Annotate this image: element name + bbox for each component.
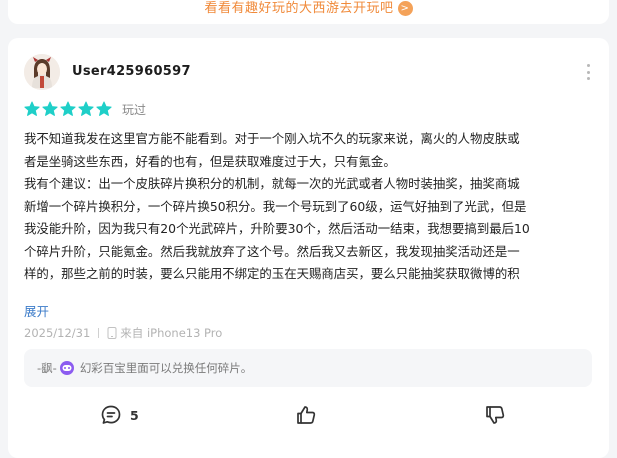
comment-button[interactable]: 5 — [100, 404, 139, 426]
avatar[interactable] — [24, 54, 60, 90]
arrow-right-icon: > — [397, 1, 413, 16]
avatar-image — [24, 54, 60, 90]
action-bar: 5 — [8, 400, 609, 432]
star-icon — [78, 101, 94, 116]
star-rating — [24, 101, 114, 117]
comment-icon — [101, 405, 121, 424]
meta-divider — [98, 328, 100, 338]
review-date: 2025/12/31 — [24, 326, 91, 340]
expand-link[interactable]: 展开 — [24, 301, 49, 320]
review-card: User425960597 玩过 我不知道我发在这里官方能不能看到。对于一个刚入… — [8, 38, 609, 458]
reply-author: -飖- — [37, 361, 57, 375]
username[interactable]: User425960597 — [72, 64, 191, 79]
star-icon — [24, 101, 40, 116]
play-status: 玩过 — [122, 102, 147, 117]
rating: 玩过 — [24, 100, 146, 118]
more-icon[interactable] — [585, 64, 591, 80]
review-device: 来自 iPhone13 Pro — [120, 326, 223, 340]
star-icon — [96, 101, 112, 116]
thumbs-down-icon — [486, 406, 505, 424]
top-banner-text: 看看有趣好玩的大西游去开玩吧 — [204, 1, 394, 16]
dislike-button[interactable] — [484, 404, 514, 426]
review-text: 我不知道我发在这里官方能不能看到。对于一个刚入坑不久的玩家来说，离火的人物皮肤或… — [24, 131, 530, 281]
game-icon — [59, 361, 74, 375]
top-banner[interactable]: 看看有趣好玩的大西游去开玩吧 > — [8, 0, 609, 16]
like-button[interactable] — [295, 404, 325, 426]
thumbs-up-icon — [297, 406, 316, 424]
star-icon — [60, 101, 76, 116]
reply-preview[interactable]: -飖- 幻彩百宝里面可以兑换任何碎片。 — [24, 349, 592, 387]
phone-icon — [107, 327, 117, 339]
reply-text: 幻彩百宝里面可以兑换任何碎片。 — [79, 361, 253, 375]
review-meta: 2025/12/31 来自 iPhone13 Pro — [24, 325, 222, 341]
previous-card: 看看有趣好玩的大西游去开玩吧 > — [8, 0, 609, 24]
star-icon — [42, 101, 58, 116]
comment-count: 5 — [130, 407, 139, 423]
